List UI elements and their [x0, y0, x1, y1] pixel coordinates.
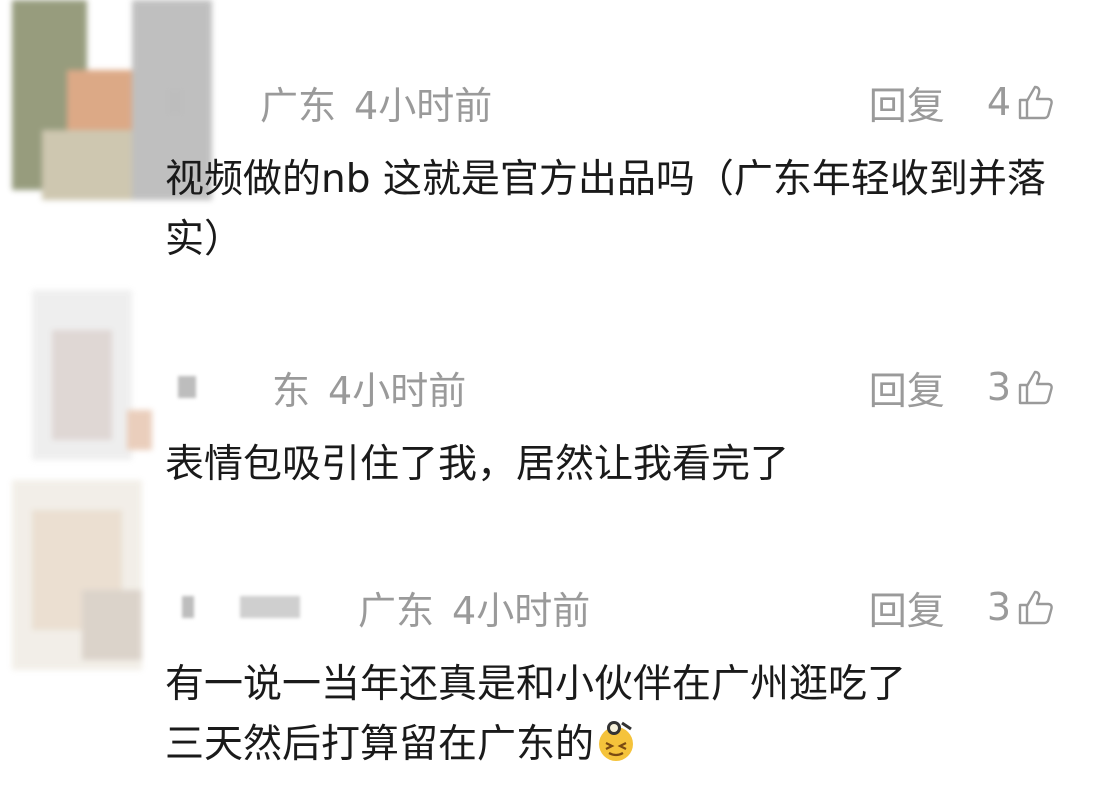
laughing-face-emoji-icon [599, 721, 634, 761]
location-label: 广东 [358, 588, 435, 633]
location-label: 广东 [260, 83, 337, 128]
timestamp: 4小时前 [452, 588, 591, 633]
avatar[interactable] [12, 480, 142, 670]
thumbs-up-icon[interactable] [1015, 367, 1055, 407]
comment-meta: 东 4小时前 回复 3 [168, 360, 1055, 415]
comment-text-line: 三天然后打算留在广东的 [165, 715, 1055, 775]
comment-actions: 回复 4 [869, 75, 1055, 130]
username-redacted[interactable] [182, 596, 194, 618]
like-count: 3 [986, 365, 1011, 409]
avatar[interactable] [12, 290, 152, 460]
reply-button[interactable]: 回复 [869, 75, 945, 130]
reply-button[interactable]: 回复 [869, 580, 945, 635]
thumbs-up-icon[interactable] [1015, 82, 1055, 122]
comment-actions: 回复 3 [869, 580, 1055, 635]
avatar[interactable] [12, 0, 212, 200]
comment-text: 视频做的nb 这就是官方出品吗（广东年轻收到并落实） [165, 157, 1046, 262]
comment-actions: 回复 3 [869, 360, 1055, 415]
comment-text-segment: 三天然后打算留在广东的 [165, 722, 595, 767]
like-count: 4 [986, 80, 1011, 124]
comment-text: 有一说一当年还真是和小伙伴在广州逛吃了 三天然后打算留在广东的 [165, 655, 1055, 775]
timestamp: 4小时前 [354, 83, 493, 128]
comment-meta: 广东 4小时前 回复 4 [168, 75, 1055, 130]
comment-text-line: 有一说一当年还真是和小伙伴在广州逛吃了 [165, 662, 907, 707]
username-redacted[interactable] [168, 91, 182, 113]
reply-button[interactable]: 回复 [869, 360, 945, 415]
comment-meta: 广东 4小时前 回复 3 [168, 580, 1055, 635]
thumbs-up-icon[interactable] [1015, 587, 1055, 627]
username-redacted [240, 596, 300, 618]
like-count: 3 [986, 585, 1011, 629]
username-redacted[interactable] [178, 376, 196, 398]
timestamp: 4小时前 [328, 368, 467, 413]
location-label: 东 [272, 368, 311, 413]
comment-text: 表情包吸引住了我，居然让我看完了 [165, 442, 790, 487]
